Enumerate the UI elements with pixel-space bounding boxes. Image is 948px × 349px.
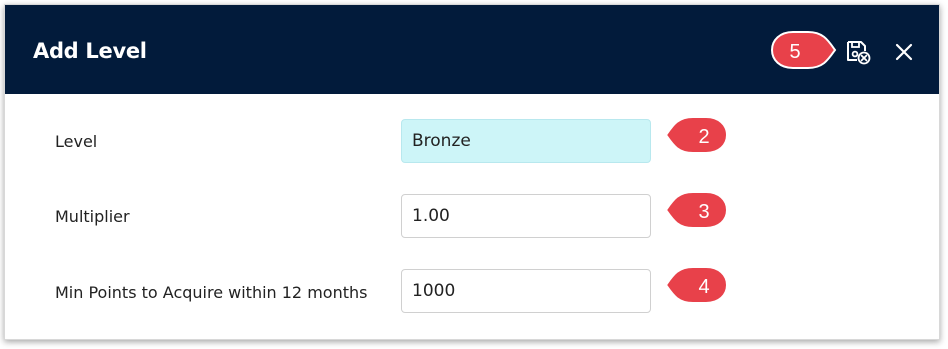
save-close-icon — [847, 41, 871, 65]
multiplier-input[interactable] — [401, 194, 651, 238]
dialog-title: Add Level — [33, 39, 147, 63]
multiplier-label: Multiplier — [55, 207, 130, 226]
callout-5-number: 5 — [789, 41, 800, 63]
callout-3: 3 — [664, 191, 729, 229]
close-button[interactable] — [889, 37, 919, 67]
min-points-label: Min Points to Acquire within 12 months — [55, 283, 368, 302]
callout-2-number: 2 — [698, 126, 709, 148]
callout-2: 2 — [664, 116, 729, 154]
save-and-close-button[interactable] — [843, 37, 873, 67]
callout-4-number: 4 — [698, 276, 709, 298]
close-icon — [895, 43, 913, 61]
callout-3-number: 3 — [698, 201, 709, 223]
callout-5: 5 — [770, 31, 837, 69]
level-input[interactable] — [401, 119, 651, 163]
level-label: Level — [55, 132, 98, 151]
min-points-input[interactable] — [401, 269, 651, 313]
callout-4: 4 — [664, 266, 729, 304]
